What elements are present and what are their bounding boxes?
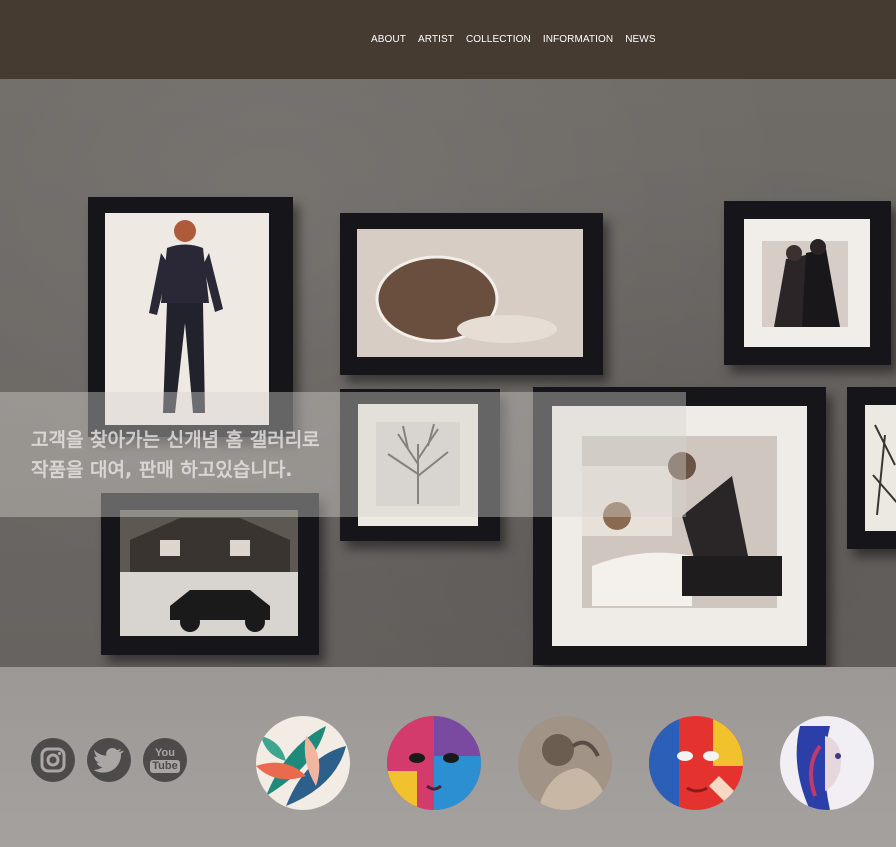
thumbnail-watercolor-woman[interactable]: [780, 716, 874, 810]
thumbnail-tropical-leaves[interactable]: [256, 716, 350, 810]
main-nav: ABOUT ARTIST COLLECTION INFORMATION NEWS: [371, 33, 656, 46]
nav-about-link[interactable]: ABOUT: [371, 33, 406, 46]
twitter-icon[interactable]: [87, 738, 131, 782]
youtube-text-bottom: Tube: [150, 759, 180, 773]
thumbnail-painted-face-colorful[interactable]: [387, 716, 481, 810]
site-header: ABOUT ARTIST COLLECTION INFORMATION NEWS: [0, 0, 896, 79]
thumbnail-painted-face-red[interactable]: [649, 716, 743, 810]
instagram-icon[interactable]: [31, 738, 75, 782]
frame-couple: [724, 201, 891, 365]
frame-coffee-jar: [340, 213, 603, 375]
hero-caption: 고객을 찾아가는 신개념 홈 갤러리로 작품을 대여, 판매 하고있습니다.: [31, 425, 320, 485]
frame-vintage-car: [101, 493, 319, 655]
hero-caption-line2: 작품을 대여, 판매 하고있습니다.: [31, 459, 293, 481]
nav-artist-link[interactable]: ARTIST: [418, 33, 454, 46]
frame-abstract-partial: [847, 387, 896, 549]
nav-collection-link[interactable]: COLLECTION: [466, 33, 531, 46]
hero-caption-line1: 고객을 찾아가는 신개념 홈 갤러리로: [31, 429, 320, 451]
thumbnail-sepia-portrait[interactable]: [518, 716, 612, 810]
youtube-text-top: You: [155, 746, 175, 759]
youtube-icon[interactable]: You Tube: [143, 738, 187, 782]
hero-gallery-wall-image: [0, 79, 896, 667]
nav-news-link[interactable]: NEWS: [625, 33, 655, 46]
nav-information-link[interactable]: INFORMATION: [543, 33, 613, 46]
